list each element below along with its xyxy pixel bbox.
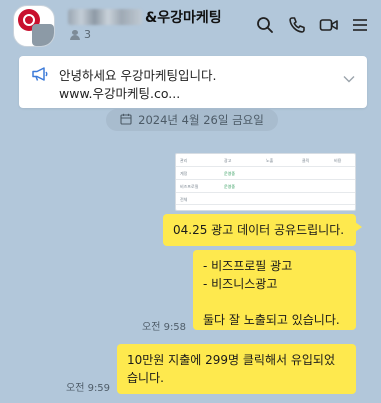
menu-icon[interactable] xyxy=(349,14,371,36)
preview-cell: 클릭 xyxy=(302,158,310,163)
chevron-down-icon[interactable] xyxy=(343,68,355,87)
preview-cell: 계정 xyxy=(180,171,188,176)
member-count[interactable]: 3 xyxy=(70,28,91,41)
date-divider: 2024년 4월 26일 금요일 xyxy=(106,109,278,131)
preview-cell: 노출 xyxy=(266,158,274,163)
room-title: &우강마케팅 xyxy=(68,6,222,28)
message-text: 10만원 지출에 299명 클릭해서 유입되었 xyxy=(127,353,335,367)
message-time: 오전 9:58 xyxy=(142,322,187,333)
blurred-name xyxy=(68,9,142,25)
message-bubble[interactable]: 04.25 광고 데이터 공유드립니다. xyxy=(163,214,362,246)
notice-banner[interactable]: 안녕하세요 우강마케팅입니다. www.우강마케팅.co... xyxy=(19,56,367,108)
message-text xyxy=(203,293,346,311)
preview-cell: 관리 xyxy=(180,158,188,163)
message-bubble[interactable]: - 비즈프로필 광고 - 비즈니스광고 둘다 잘 노출되고 있습니다. xyxy=(193,250,356,330)
message-text: 습니다. xyxy=(127,371,164,385)
megaphone-icon xyxy=(31,66,49,86)
message-text: - 비즈니스광고 xyxy=(203,277,278,291)
preview-cell: 비용 xyxy=(334,158,342,163)
member-count-value: 3 xyxy=(84,28,91,41)
preview-cell: 전체 xyxy=(180,197,188,202)
message-text: 둘다 잘 노출되고 있습니다. xyxy=(203,313,340,327)
notice-text-line1: 안녕하세요 우강마케팅입니다. xyxy=(59,68,217,83)
preview-cell: 운영중 xyxy=(224,171,236,176)
date-label: 2024년 4월 26일 금요일 xyxy=(138,113,264,127)
image-message[interactable]: 관리 광고 노출 클릭 비용 운영중 운영중 계정 비즈프로필 전체 xyxy=(175,153,356,211)
message-text: - 비즈프로필 광고 xyxy=(203,259,293,273)
preview-cell: 광고 xyxy=(224,158,232,163)
room-avatar[interactable] xyxy=(13,5,55,47)
profile-photo xyxy=(32,24,54,46)
video-icon[interactable] xyxy=(318,14,340,36)
preview-cell: 운영중 xyxy=(224,184,236,189)
notice-text-line2: www.우강마케팅.co... xyxy=(59,86,181,101)
message-text: 04.25 광고 데이터 공유드립니다. xyxy=(173,223,345,237)
room-title-text: &우강마케팅 xyxy=(145,10,222,26)
person-icon xyxy=(70,29,80,40)
chat-header: &우강마케팅 3 xyxy=(0,0,381,52)
message-time: 오전 9:59 xyxy=(66,383,111,394)
search-icon[interactable] xyxy=(254,14,276,36)
preview-cell: 비즈프로필 xyxy=(180,184,199,189)
calendar-icon xyxy=(120,113,132,128)
call-icon[interactable] xyxy=(286,14,308,36)
message-bubble[interactable]: 10만원 지출에 299명 클릭해서 유입되었 습니다. xyxy=(117,344,356,394)
